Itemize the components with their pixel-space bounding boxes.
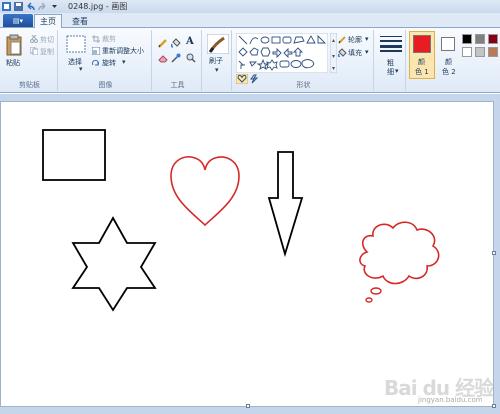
palette-swatch[interactable] (488, 34, 498, 44)
six-point-star-shape (71, 216, 157, 312)
fill-button[interactable]: 填充 (348, 48, 362, 58)
tab-view[interactable]: 查看 (66, 14, 94, 28)
resize-handle-corner[interactable] (492, 404, 496, 408)
color2-label-1[interactable]: 颜 (445, 57, 452, 67)
cut-button[interactable]: 剪切 (40, 35, 54, 45)
window-title: 0248.jpg - 画图 (68, 2, 128, 11)
tools-group-label: 工具 (170, 81, 185, 89)
undo-icon[interactable] (26, 2, 35, 11)
thought-bubble-dot-small (365, 297, 373, 303)
crop-button[interactable]: 裁剪 (102, 34, 116, 44)
copy-button[interactable]: 复制 (40, 47, 54, 57)
shape-scroll[interactable] (329, 32, 338, 75)
quick-access-dropdown-icon[interactable] (50, 2, 59, 11)
paste-icon (6, 34, 22, 56)
clipboard-group: 粘贴 剪切 复制 剪贴板 (2, 30, 58, 91)
text-tool-icon[interactable]: A (186, 36, 194, 47)
paste-label[interactable]: 粘贴 (6, 58, 20, 68)
color1-label-2[interactable]: 色 1 (415, 67, 429, 77)
brush-icon[interactable] (206, 33, 230, 56)
image-group: 选择 ▾ 裁剪 重新调整大小 旋转 ▾ 图像 (60, 30, 152, 91)
palette-swatch[interactable] (475, 34, 485, 44)
ribbon: 粘贴 剪切 复制 剪贴板 选择 ▾ 裁剪 重新调整大小 旋转 ▾ 图像 A 工具… (0, 28, 500, 93)
heart-shape (170, 156, 240, 227)
size-dropdown-icon[interactable]: ▾ (395, 67, 399, 75)
brushes-dropdown-icon[interactable]: ▾ (215, 66, 219, 74)
color-picker-icon[interactable] (171, 53, 181, 65)
cut-icon (30, 34, 38, 45)
line-size-icon[interactable] (380, 36, 402, 54)
paste-button[interactable] (6, 34, 22, 58)
palette-swatch[interactable] (488, 47, 498, 57)
pencil-icon[interactable] (158, 38, 168, 50)
title-bar: 0248.jpg - 画图 (0, 0, 500, 13)
ribbon-tabs: ▤▾ 主页 查看 (0, 13, 500, 28)
outline-button[interactable]: 轮廓 (348, 35, 362, 45)
palette-swatch[interactable] (462, 47, 472, 57)
image-group-label: 图像 (98, 81, 113, 89)
canvas-area (0, 94, 500, 414)
rotate-button[interactable]: 旋转 (102, 58, 116, 68)
clipboard-group-label: 剪贴板 (19, 81, 40, 89)
tools-group: A 工具 (154, 30, 202, 91)
shape-gallery[interactable] (235, 32, 329, 75)
thought-bubble-dot-large (370, 287, 382, 295)
magnifier-icon[interactable] (186, 53, 196, 65)
drawing-canvas[interactable] (0, 101, 494, 407)
tab-home[interactable]: 主页 (34, 14, 62, 28)
shapes-group-label: 形状 (296, 81, 311, 89)
fill-bucket-icon[interactable] (170, 38, 181, 50)
palette-swatch[interactable] (462, 34, 472, 44)
copy-icon (29, 46, 39, 57)
resize-handle-bottom[interactable] (246, 404, 250, 408)
canvas-drawing (42, 129, 440, 312)
thought-bubble-shape (359, 221, 440, 285)
eraser-icon[interactable] (158, 53, 168, 65)
color1-label-1[interactable]: 颜 (418, 57, 425, 67)
resize-icon (91, 46, 101, 57)
shapes-group: 轮廓 ▾ 填充 ▾ 形状 (234, 30, 374, 91)
color2-label-2[interactable]: 色 2 (442, 67, 456, 77)
rectangle-shape (42, 129, 106, 181)
down-arrow-shape (267, 151, 304, 258)
crop-icon (92, 35, 100, 45)
color1-swatch[interactable] (413, 35, 431, 53)
fill-icon (337, 48, 347, 59)
rotate-icon (92, 59, 100, 69)
palette-swatch[interactable] (475, 47, 485, 57)
brushes-group: 刷子 ▾ (204, 30, 232, 91)
redo-icon[interactable] (38, 2, 47, 11)
watermark-url: jingyan.baidu.com (418, 396, 483, 404)
save-icon[interactable] (14, 2, 23, 11)
resize-handle-right[interactable] (492, 251, 496, 255)
resize-button[interactable]: 重新调整大小 (102, 46, 144, 56)
colors-group: 颜 色 1 颜 色 2 (408, 30, 500, 91)
color2-swatch[interactable] (441, 37, 455, 51)
outline-dropdown-icon[interactable]: ▾ (365, 35, 369, 43)
size-group: 粗 细 ▾ (376, 30, 406, 91)
outline-icon (338, 35, 347, 46)
rotate-dropdown-icon[interactable]: ▾ (122, 58, 126, 66)
app-menu-icon[interactable] (2, 2, 11, 11)
fill-dropdown-icon[interactable]: ▾ (365, 48, 369, 56)
select-icon[interactable] (66, 35, 86, 55)
select-dropdown-icon[interactable]: ▾ (79, 65, 83, 73)
size-label-2[interactable]: 细 (387, 67, 394, 77)
brushes-button[interactable]: 刷子 (209, 56, 223, 66)
file-menu-button[interactable]: ▤▾ (3, 14, 33, 27)
